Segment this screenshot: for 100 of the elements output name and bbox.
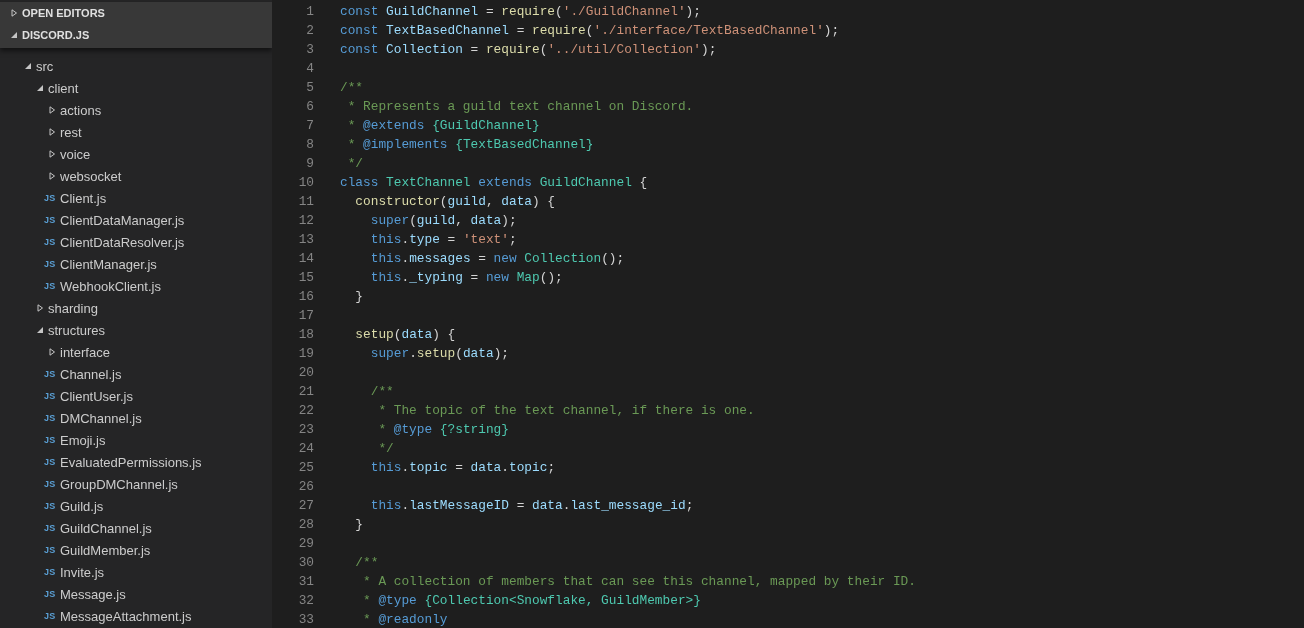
line-number: 5 [305,79,314,97]
file-item[interactable]: DMChannel.js [60,410,142,426]
line-number: 20 [297,364,314,382]
file-item[interactable]: Channel.js [60,366,122,382]
folder-item[interactable]: rest [60,124,82,140]
line-number: 26 [297,478,314,496]
file-type-icon: JS [44,545,56,555]
collapsed-arrow-icon[interactable] [48,172,56,180]
line-number: 27 [297,497,314,515]
file-type-icon: JS [44,611,56,621]
code-line: this.type = 'text'; [369,231,517,249]
line-number: 3 [305,41,314,59]
code-line: * Represents a guild text channel on Discord. [346,98,694,116]
collapsed-arrow-icon[interactable] [48,150,56,158]
code-line: * @readonly [362,611,448,628]
file-item[interactable]: EvaluatedPermissions.js [60,454,202,470]
code-line: } [354,288,364,306]
expanded-arrow-icon[interactable] [36,84,44,92]
section-header[interactable]: OPEN EDITORS [22,7,105,19]
line-number: 9 [305,155,314,173]
collapsed-arrow-icon[interactable] [48,348,56,356]
line-number: 16 [297,288,314,306]
line-number: 12 [297,212,314,230]
file-type-icon: JS [44,435,56,445]
file-item[interactable]: Guild.js [60,498,104,514]
file-item[interactable]: Message.js [60,586,126,602]
code-line: * @implements {TextBasedChannel} [346,136,594,154]
code-line: /** [354,554,379,572]
folder-item[interactable]: voice [60,146,91,162]
file-item[interactable]: ClientUser.js [60,388,133,404]
code-line: super.setup(data); [369,345,509,363]
code-line: const TextBasedChannel = require('./interface/TextBasedChannel'); [340,22,840,40]
line-number: 19 [297,345,314,363]
folder-item[interactable]: sharding [48,300,98,316]
file-type-icon: JS [44,589,56,599]
folder-item[interactable]: actions [60,102,102,118]
line-number: 23 [297,421,314,439]
line-number: 24 [297,440,314,458]
file-type-icon: JS [44,259,56,269]
line-number: 30 [297,554,314,572]
expanded-arrow-icon[interactable] [36,326,44,334]
expanded-arrow-icon[interactable] [10,31,18,39]
line-number: 31 [297,573,314,591]
line-number: 29 [297,535,314,553]
collapsed-arrow-icon[interactable] [36,304,44,312]
code-line: super(guild, data); [369,212,517,230]
line-number: 18 [297,326,314,344]
code-line: * @extends {GuildChannel} [346,117,540,135]
code-line: } [354,516,364,534]
code-line: this.messages = new Collection(); [369,250,625,268]
code-line: * The topic of the text channel, if there is one. [377,402,755,420]
file-type-icon: JS [44,479,56,489]
file-type-icon: JS [44,237,56,247]
folder-item[interactable]: interface [60,344,110,360]
file-type-icon: JS [44,193,56,203]
file-item[interactable]: Emoji.js [60,432,106,448]
file-item[interactable]: Invite.js [60,564,105,580]
folder-item[interactable]: websocket [60,168,122,184]
line-number: 4 [305,60,314,78]
file-type-icon: JS [44,281,56,291]
line-number: 22 [297,402,314,420]
folder-item[interactable]: structures [48,322,106,338]
file-item[interactable]: Client.js [60,190,107,206]
file-item[interactable]: ClientDataResolver.js [60,234,185,250]
file-item[interactable]: MessageAttachment.js [60,608,192,624]
file-item[interactable]: GuildChannel.js [60,520,152,536]
file-type-icon: JS [44,501,56,511]
folder-item[interactable]: src [36,58,54,74]
code-line: /** [340,79,364,97]
line-number: 21 [297,383,314,401]
code-line: constructor(guild, data) { [354,193,556,211]
line-number: 13 [297,231,314,249]
file-type-icon: JS [44,391,56,401]
file-item[interactable]: WebhookClient.js [60,278,161,294]
code-line: * @type {Collection<Snowflake, GuildMember>} [362,592,701,610]
section-header[interactable]: DISCORD.JS [22,29,90,41]
line-number: 10 [297,174,314,192]
collapsed-arrow-icon[interactable] [48,106,56,114]
line-number: 15 [297,269,314,287]
line-number: 11 [297,193,314,211]
folder-item[interactable]: client [48,80,79,96]
line-number: 2 [305,22,314,40]
file-type-icon: JS [44,567,56,577]
line-number: 14 [297,250,314,268]
code-line: */ [346,155,364,173]
code-line: * A collection of members that can see this channel, mapped by their ID. [362,573,916,591]
code-line: const GuildChannel = require('./GuildChannel'); [340,3,701,21]
file-item[interactable]: ClientManager.js [60,256,157,272]
file-type-icon: JS [44,413,56,423]
collapsed-arrow-icon[interactable] [10,9,18,17]
file-type-icon: JS [44,457,56,467]
line-number: 32 [297,592,314,610]
expanded-arrow-icon[interactable] [24,62,32,70]
code-line: /** [369,383,394,401]
file-item[interactable]: GroupDMChannel.js [60,476,178,492]
file-type-icon: JS [44,523,56,533]
file-item[interactable]: ClientDataManager.js [60,212,185,228]
collapsed-arrow-icon[interactable] [48,128,56,136]
code-line: class TextChannel extends GuildChannel { [340,174,648,192]
file-item[interactable]: GuildMember.js [60,542,151,558]
